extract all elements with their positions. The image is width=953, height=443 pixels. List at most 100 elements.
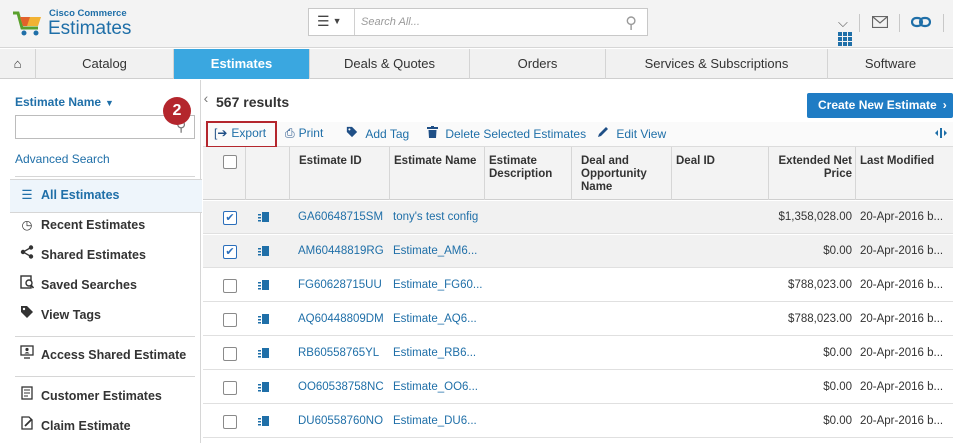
tab-orders[interactable]: Orders [470,49,606,79]
tab-services-subscriptions[interactable]: Services & Subscriptions [606,49,828,79]
column-header-deal-opportunity[interactable]: Deal and Opportunity Name [581,155,661,194]
column-resize-icon[interactable] [935,127,947,142]
net-price-cell: $1,358,028.00 [778,211,852,223]
sidebar-item-customer-estimates[interactable]: Customer Estimates [18,386,162,406]
tag-icon [18,305,36,325]
search-field-select[interactable]: Estimate Name ▼ [15,95,114,109]
collapse-sidebar-icon[interactable]: ‹ [201,88,211,108]
sidebar-item-access-shared-estimate[interactable]: Access Shared Estimate [18,345,186,365]
table-row[interactable]: DU60558760NO Estimate_DU6... $0.00 20-Apr-2… [203,405,953,438]
column-divider [855,147,856,200]
details-icon[interactable] [258,246,269,256]
sidebar-item-label: All Estimates [41,188,120,202]
sidebar-item-claim-estimate[interactable]: Claim Estimate [18,416,131,436]
estimate-id-link[interactable]: FG60628715UU [298,279,382,291]
row-checkbox[interactable] [223,415,237,429]
table-row[interactable]: ✔ GA60648715SM tony's test config $1,358,02… [203,201,953,234]
sidebar-item-shared-estimates[interactable]: Shared Estimates [18,245,146,265]
mail-icon[interactable] [871,15,888,31]
estimate-id-link[interactable]: DU60558760NO [298,415,383,427]
apps-grid-icon[interactable] [838,32,852,49]
column-header-estimate-name[interactable]: Estimate Name [394,155,476,168]
results-count: 567 results [216,94,290,110]
sidebar-item-all-estimates[interactable]: ☰ All Estimates [18,185,120,205]
last-modified-cell: 20-Apr-2016 b... [860,211,944,223]
column-header-net-price[interactable]: Extended Net Price [774,155,853,181]
chevron-down-icon[interactable]: ⌵ [838,15,848,31]
table-row[interactable]: AQ60448809DM Estimate_AQ6... $788,023.00 20… [203,303,953,336]
tab-deals-quotes[interactable]: Deals & Quotes [310,49,470,79]
estimate-name-link[interactable]: Estimate_AM6... [393,245,477,257]
sidebar-item-label: Customer Estimates [41,389,162,403]
column-divider [245,147,246,200]
active-item-arrow [191,183,201,209]
table-header: Estimate ID Estimate Name Estimate Descr… [203,147,953,200]
share-icon [18,245,36,265]
sidebar-item-view-tags[interactable]: View Tags [18,305,101,325]
advanced-search-link[interactable]: Advanced Search [15,152,110,166]
column-divider [484,147,485,200]
net-price-cell: $0.00 [823,415,852,427]
details-icon[interactable] [258,348,269,358]
column-header-last-modified[interactable]: Last Modified [860,155,934,168]
estimate-name-link[interactable]: Estimate_AQ6... [393,313,477,325]
list-icon: ☰ [21,188,33,202]
details-icon[interactable] [258,280,269,290]
estimate-name-link[interactable]: Estimate_DU6... [393,415,477,427]
create-new-estimate-button[interactable]: Create New Estimate › [807,93,953,118]
estimate-id-link[interactable]: AM60448819RG [298,245,384,257]
print-button[interactable]: ⎙ Print [285,126,323,141]
details-icon[interactable] [258,416,269,426]
details-icon[interactable] [258,314,269,324]
search-scope-menu[interactable]: ☰ ▼ [309,9,355,35]
row-checkbox[interactable]: ✔ [223,245,237,259]
estimate-name-link[interactable]: Estimate_FG60... [393,279,482,291]
column-header-deal-id[interactable]: Deal ID [676,155,715,168]
search-input[interactable] [361,11,611,33]
net-price-cell: $788,023.00 [788,313,852,325]
estimate-id-link[interactable]: OO60538758NC [298,381,384,393]
details-icon[interactable] [258,212,269,222]
row-checkbox[interactable] [223,381,237,395]
table-row[interactable]: ✔ AM60448819RG Estimate_AM6... $0.00 20-Apr-… [203,235,953,268]
claim-icon [18,416,36,436]
cart-logo-icon [13,11,41,36]
home-tab[interactable]: ⌂ [0,49,36,79]
estimate-id-link[interactable]: RB60558765YL [298,347,379,359]
column-header-estimate-description[interactable]: Estimate Description [489,155,569,181]
divider [859,14,861,32]
estimate-name-link[interactable]: Estimate_OO6... [393,381,478,393]
sidebar: Estimate Name ▼ ⚲ Advanced Search ☰ All Es… [0,80,202,443]
net-price-cell: $0.00 [823,347,852,359]
row-checkbox[interactable]: ✔ [223,211,237,225]
select-all-checkbox[interactable] [223,155,237,169]
table-row[interactable]: RB60558765YL Estimate_RB6... $0.00 20-Apr-2… [203,337,953,370]
details-icon[interactable] [258,382,269,392]
row-checkbox[interactable] [223,279,237,293]
delete-selected-button[interactable]: Delete Selected Estimates [427,126,586,141]
net-price-cell: $0.00 [823,381,852,393]
tab-estimates[interactable]: Estimates [174,49,310,79]
column-header-estimate-id[interactable]: Estimate ID [299,155,362,168]
search-icon[interactable]: ⚲ [625,13,637,33]
sidebar-item-saved-searches[interactable]: Saved Searches [18,275,137,295]
app-logo[interactable]: Cisco Commerce Estimates [12,6,182,44]
tab-catalog[interactable]: Catalog [36,49,174,79]
table-row[interactable]: OO60538758NC Estimate_OO6... $0.00 20-Apr-2… [203,371,953,404]
link-icon[interactable] [911,16,932,31]
add-tag-button[interactable]: Add Tag [346,126,409,141]
estimate-id-link[interactable]: GA60648715SM [298,211,383,223]
app-title: Estimates [48,18,132,39]
estimate-id-link[interactable]: AQ60448809DM [298,313,384,325]
tab-software[interactable]: Software [828,49,953,79]
net-price-cell: $0.00 [823,245,852,257]
estimate-name-link[interactable]: tony's test config [393,211,478,223]
table-row[interactable]: FG60628715UU Estimate_FG60... $788,023.00 2… [203,269,953,302]
row-checkbox[interactable] [223,313,237,327]
estimate-name-link[interactable]: Estimate_RB6... [393,347,476,359]
sidebar-item-recent-estimates[interactable]: ◷ Recent Estimates [18,215,146,235]
home-icon: ⌂ [13,56,22,71]
edit-view-button[interactable]: Edit View [597,126,666,141]
row-checkbox[interactable] [223,347,237,361]
monitor-user-icon [18,345,36,365]
